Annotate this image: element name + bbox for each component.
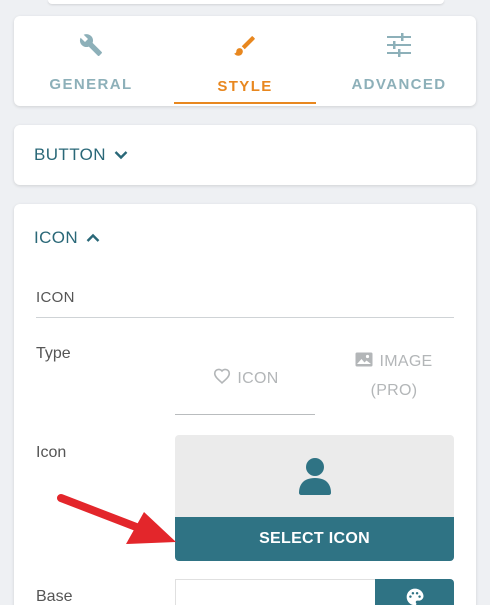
type-option-image-label: IMAGE — [379, 353, 433, 370]
icon-subsection-title: ICON — [36, 289, 75, 306]
paintbrush-icon — [232, 33, 258, 64]
tab-bar: GENERAL STYLE ADVANCED — [14, 16, 476, 106]
person-icon — [175, 457, 454, 495]
palette-icon — [405, 587, 425, 605]
type-option-icon-underline — [175, 414, 315, 415]
icon-section-title: ICON — [34, 228, 79, 247]
type-label: Type — [36, 345, 71, 362]
tab-style[interactable]: STYLE — [168, 16, 322, 106]
select-icon-button[interactable]: SELECT ICON — [175, 517, 454, 561]
wrench-icon — [79, 33, 103, 62]
heart-icon — [213, 368, 231, 389]
type-option-icon[interactable]: ICON — [176, 368, 316, 389]
image-icon — [355, 352, 373, 372]
pro-badge: (PRO) — [370, 382, 418, 399]
icon-label: Icon — [36, 444, 67, 461]
chevron-up-icon — [86, 228, 100, 248]
color-picker-button[interactable] — [375, 579, 454, 605]
tab-advanced-label: ADVANCED — [351, 76, 447, 93]
tab-general[interactable]: GENERAL — [14, 16, 168, 106]
base-color-input[interactable] — [175, 579, 375, 605]
type-option-icon-label: ICON — [237, 369, 279, 387]
divider — [36, 317, 454, 318]
button-section-title: BUTTON — [34, 145, 106, 164]
sliders-icon — [386, 33, 412, 62]
tab-advanced[interactable]: ADVANCED — [322, 16, 476, 106]
icon-section: ICON ICON Type ICON IMAGE (PRO) Icon SEL… — [14, 204, 476, 605]
tab-general-label: GENERAL — [49, 76, 133, 93]
tab-style-label: STYLE — [217, 78, 273, 95]
chevron-down-icon — [114, 145, 128, 165]
button-section-header[interactable]: BUTTON — [14, 125, 476, 185]
icon-picker: SELECT ICON — [175, 435, 454, 561]
previous-panel-edge — [48, 0, 444, 4]
type-option-image[interactable]: IMAGE (PRO) — [334, 352, 454, 400]
base-label: Base — [36, 588, 73, 605]
icon-section-header[interactable]: ICON — [34, 228, 100, 248]
